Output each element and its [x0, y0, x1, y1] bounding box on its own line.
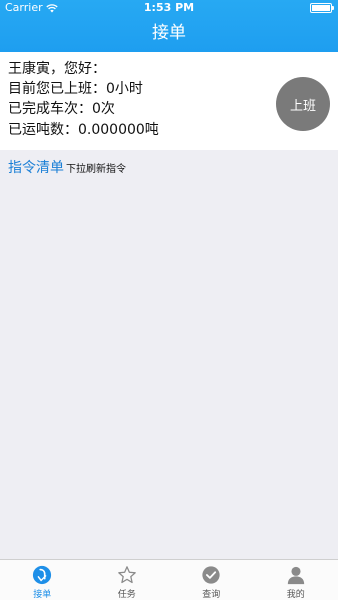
tab-query-label: 查询: [202, 590, 221, 600]
tab-receive-order[interactable]: 接单: [0, 560, 85, 600]
start-shift-label: 上班: [289, 98, 316, 114]
instruction-list-title: 指令清单: [8, 160, 64, 176]
pull-to-refresh-hint: 下拉刷新指令: [66, 164, 126, 175]
check-circle-icon: [202, 566, 220, 584]
tab-query[interactable]: 查询: [169, 560, 254, 600]
start-shift-button[interactable]: 上班: [276, 77, 330, 131]
page-title: 接单: [152, 23, 186, 43]
tab-profile-label: 我的: [286, 590, 305, 600]
greeting-text: 王康寅，您好：: [8, 61, 106, 77]
status-bar: Carrier 1:53 PM: [0, 0, 338, 16]
tonnage-text: 已运吨数：0.000000吨: [8, 122, 159, 138]
person-icon: [287, 566, 304, 585]
app-header: Carrier 1:53 PM 接单: [0, 0, 338, 52]
tab-tasks[interactable]: 任务: [85, 560, 170, 600]
star-icon: [117, 566, 136, 584]
tab-receive-order-label: 接单: [33, 590, 52, 600]
tab-profile[interactable]: 我的: [254, 560, 338, 600]
tab-bar: 接单 任务 查询 我的: [0, 559, 338, 600]
clock: 1:53 PM: [143, 1, 195, 14]
work-hours-text: 目前您已上班：0小时: [8, 81, 143, 97]
tab-tasks-label: 任务: [117, 590, 136, 600]
battery-icon: [310, 3, 334, 13]
receive-order-icon: [33, 565, 52, 585]
instruction-list-header: 指令清单 下拉刷新指令: [8, 157, 126, 177]
completed-trips-text: 已完成车次：0次: [8, 101, 115, 117]
